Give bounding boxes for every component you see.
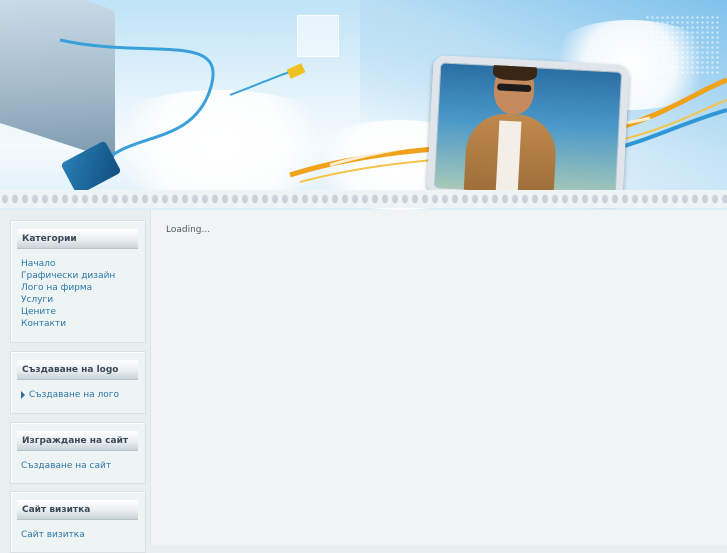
header-stitch-border xyxy=(0,190,727,208)
menu-link-company-logo[interactable]: Лого на фирма xyxy=(21,282,115,294)
business-card-site-module: Сайт визитка Сайт визитка xyxy=(10,491,146,553)
menu-link-graphic-design[interactable]: Графически дизайн xyxy=(21,270,115,282)
menu-link-create-site[interactable]: Създаване на сайт xyxy=(21,460,111,472)
header-banner xyxy=(0,0,727,210)
menu-link-business-card-site[interactable]: Сайт визитка xyxy=(21,529,85,541)
decorative-square xyxy=(297,15,339,57)
site-building-module: Изграждане на сайт Създаване на сайт xyxy=(10,422,146,484)
business-card-site-menu: Сайт визитка xyxy=(21,529,85,541)
photo-frame xyxy=(426,54,630,206)
loading-text: Loading... xyxy=(166,225,211,235)
main-content: Loading... xyxy=(150,210,727,545)
site-building-menu: Създаване на сайт xyxy=(21,460,111,472)
left-sidebar: Категории Начало Графически дизайн Лого … xyxy=(0,210,150,553)
menu-link-create-logo[interactable]: Създаване на лого xyxy=(21,389,119,401)
menu-link-services[interactable]: Услуги xyxy=(21,294,115,306)
logo-creation-menu: Създаване на лого xyxy=(21,389,119,401)
menu-link-home[interactable]: Начало xyxy=(21,258,115,270)
person-shirt xyxy=(495,120,522,192)
module-title: Категории xyxy=(17,229,138,249)
menu-link-contacts[interactable]: Контакти xyxy=(21,318,115,330)
categories-menu: Начало Графически дизайн Лого на фирма У… xyxy=(21,258,115,330)
module-title: Сайт визитка xyxy=(17,500,138,520)
module-title: Изграждане на сайт xyxy=(17,431,138,451)
categories-module: Категории Начало Графически дизайн Лого … xyxy=(10,220,146,343)
person-hair xyxy=(492,57,538,82)
menu-link-prices[interactable]: Цените xyxy=(21,306,115,318)
decorative-dot-grid xyxy=(645,15,720,75)
module-title: Създаване на logo xyxy=(17,360,138,380)
logo-creation-module: Създаване на logo Създаване на лого xyxy=(10,351,146,414)
